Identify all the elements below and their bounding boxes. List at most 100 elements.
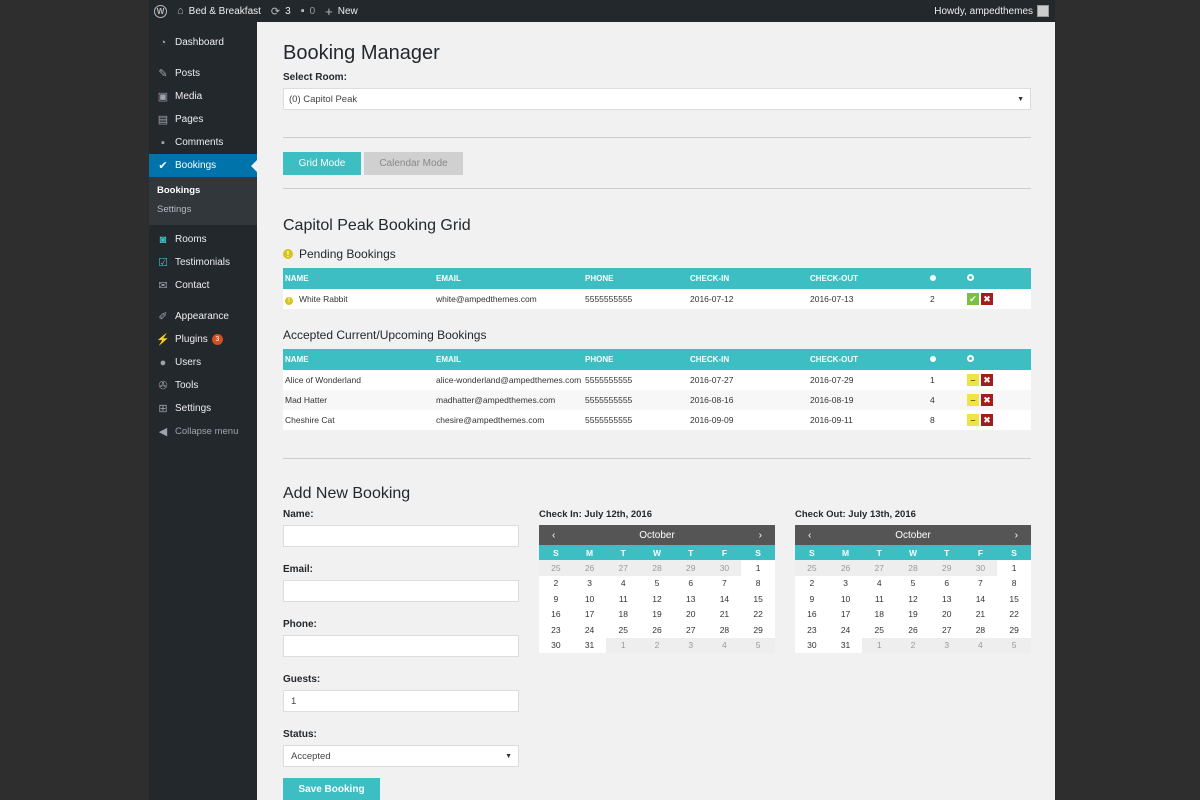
calendar-day[interactable]: 18 [862,606,897,622]
calendar-day[interactable]: 17 [828,606,863,622]
next-month-button[interactable]: › [1015,530,1018,541]
delete-icon[interactable]: ✖ [981,293,993,305]
calendar-day[interactable]: 1 [741,560,775,576]
wp-logo-menu[interactable]: W [149,0,172,22]
guests-field[interactable]: 1 [283,690,519,712]
sidebar-item-plugins[interactable]: ⚡ Plugins 3 [149,328,257,351]
sidebar-item-comments[interactable]: ▪ Comments [149,131,257,154]
sidebar-item-appearance[interactable]: ✐ Appearance [149,305,257,328]
mark-pending-icon[interactable]: – [967,414,979,426]
sidebar-item-posts[interactable]: ✎ Posts [149,62,257,85]
calendar-day[interactable]: 30 [539,637,573,653]
calendar-day[interactable]: 28 [707,622,742,638]
calendar-day[interactable]: 28 [896,560,930,576]
sidebar-item-testimonials[interactable]: ☑ Testimonials [149,251,257,274]
calendar-day[interactable]: 5 [640,575,674,591]
calendar-day[interactable]: 5 [997,637,1031,653]
calendar-day[interactable]: 4 [963,637,998,653]
calendar-day[interactable]: 5 [741,637,775,653]
grid-mode-button[interactable]: Grid Mode [283,152,361,175]
calendar-day[interactable]: 25 [795,560,829,576]
calendar-day[interactable]: 9 [539,591,573,607]
calendar-day[interactable]: 27 [862,560,897,576]
calendar-day[interactable]: 2 [795,575,829,591]
calendar-day[interactable]: 29 [997,622,1031,638]
calendar-day[interactable]: 30 [963,560,998,576]
calendar-day[interactable]: 11 [862,591,897,607]
prev-month-button[interactable]: ‹ [552,530,555,541]
calendar-day[interactable]: 5 [896,575,930,591]
calendar-day[interactable]: 9 [795,591,829,607]
calendar-day[interactable]: 8 [741,575,775,591]
sidebar-item-rooms[interactable]: ◙ Rooms [149,228,257,251]
calendar-day[interactable]: 2 [640,637,674,653]
email-field[interactable] [283,580,519,602]
calendar-day[interactable]: 10 [828,591,863,607]
calendar-day[interactable]: 2 [539,575,573,591]
sidebar-item-pages[interactable]: ▤ Pages [149,108,257,131]
save-booking-button[interactable]: Save Booking [283,778,380,800]
site-name-link[interactable]: ⌂ Bed & Breakfast [172,0,266,22]
mark-pending-icon[interactable]: – [967,394,979,406]
calendar-day[interactable]: 4 [606,575,641,591]
calendar-day[interactable]: 1 [997,560,1031,576]
calendar-day[interactable]: 23 [795,622,829,638]
sidebar-item-settings[interactable]: ⊞ Settings [149,397,257,420]
calendar-day[interactable]: 6 [673,575,708,591]
calendar-day[interactable]: 29 [741,622,775,638]
sidebar-item-contact[interactable]: ✉ Contact [149,274,257,297]
calendar-day[interactable]: 24 [572,622,607,638]
calendar-day[interactable]: 31 [828,637,863,653]
calendar-day[interactable]: 29 [929,560,964,576]
calendar-day[interactable]: 19 [896,606,930,622]
calendar-day[interactable]: 6 [929,575,964,591]
calendar-day[interactable]: 21 [963,606,998,622]
phone-field[interactable] [283,635,519,657]
calendar-day[interactable]: 2 [896,637,930,653]
calendar-day[interactable]: 26 [640,622,674,638]
calendar-day[interactable]: 3 [572,575,607,591]
calendar-day[interactable]: 14 [963,591,998,607]
my-account-link[interactable]: Howdy, ampedthemes [934,5,1055,17]
calendar-day[interactable]: 18 [606,606,641,622]
calendar-day[interactable]: 7 [963,575,998,591]
approve-icon[interactable]: ✔ [967,293,979,305]
calendar-day[interactable]: 26 [896,622,930,638]
calendar-day[interactable]: 31 [572,637,607,653]
calendar-day[interactable]: 16 [795,606,829,622]
calendar-day[interactable]: 25 [606,622,641,638]
sidebar-item-users[interactable]: ● Users [149,351,257,374]
calendar-day[interactable]: 3 [673,637,708,653]
sidebar-item-dashboard[interactable]: ◔ Dashboard [149,31,257,54]
calendar-day[interactable]: 7 [707,575,742,591]
calendar-day[interactable]: 27 [606,560,641,576]
comments-link[interactable]: ▪ 0 [296,0,320,22]
calendar-day[interactable]: 4 [862,575,897,591]
calendar-day[interactable]: 26 [572,560,607,576]
calendar-day[interactable]: 30 [795,637,829,653]
name-field[interactable] [283,525,519,547]
calendar-day[interactable]: 3 [828,575,863,591]
calendar-day[interactable]: 25 [862,622,897,638]
submenu-item-bookings[interactable]: Bookings [149,181,257,200]
calendar-day[interactable]: 24 [828,622,863,638]
calendar-day[interactable]: 30 [707,560,742,576]
calendar-day[interactable]: 17 [572,606,607,622]
calendar-mode-button[interactable]: Calendar Mode [364,152,463,175]
calendar-day[interactable]: 25 [539,560,573,576]
select-room-dropdown[interactable]: (0) Capitol Peak ▼ [283,88,1031,110]
calendar-day[interactable]: 15 [997,591,1031,607]
calendar-day[interactable]: 22 [997,606,1031,622]
sidebar-item-tools[interactable]: ✇ Tools [149,374,257,397]
mark-pending-icon[interactable]: – [967,374,979,386]
calendar-day[interactable]: 12 [896,591,930,607]
calendar-day[interactable]: 23 [539,622,573,638]
calendar-day[interactable]: 15 [741,591,775,607]
calendar-day[interactable]: 10 [572,591,607,607]
next-month-button[interactable]: › [759,530,762,541]
calendar-day[interactable]: 11 [606,591,641,607]
calendar-day[interactable]: 22 [741,606,775,622]
new-content-link[interactable]: + New [320,0,363,22]
calendar-day[interactable]: 19 [640,606,674,622]
status-select[interactable]: Accepted ▼ [283,745,519,767]
